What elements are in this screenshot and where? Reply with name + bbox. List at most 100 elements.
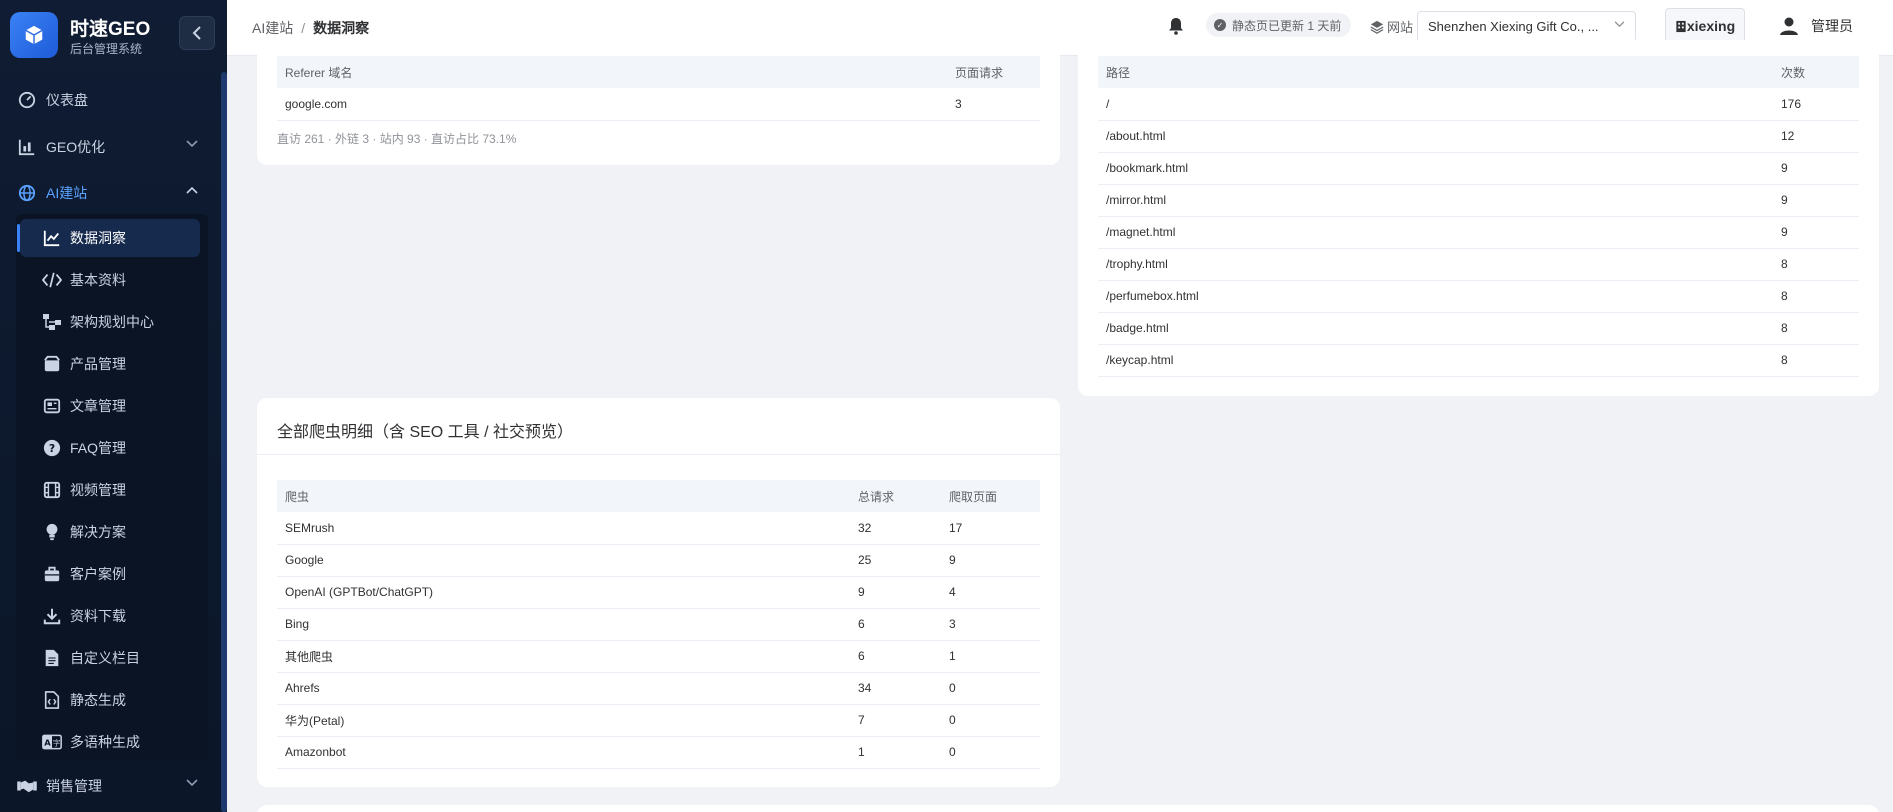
- sidebar-item-sales[interactable]: 销售管理: [16, 768, 216, 804]
- sidebar-item-label: AI建站: [46, 185, 88, 201]
- layers-icon: [1370, 20, 1384, 34]
- question-icon: ?: [42, 438, 62, 458]
- table-row: OpenAI (GPTBot/ChatGPT) 9 4: [277, 576, 1040, 609]
- code-icon: [42, 270, 62, 290]
- sidebar-item-custom-columns[interactable]: 自定义栏目: [24, 639, 200, 677]
- brand-title: 时速GEO: [70, 19, 151, 40]
- path-cell: /trophy.html: [1098, 248, 1773, 281]
- referer-domain: google.com: [277, 88, 947, 121]
- count-cell: 8: [1773, 344, 1859, 377]
- box-icon: [42, 354, 62, 374]
- path-cell: /about.html: [1098, 120, 1773, 153]
- chevron-down-icon: [186, 779, 198, 787]
- card-divider: [257, 454, 1060, 455]
- sidebar-item-ai-site[interactable]: AI建站: [16, 175, 216, 211]
- table-row: /keycap.html 8: [1098, 344, 1859, 377]
- sidebar-scrollbar[interactable]: [221, 72, 227, 812]
- sidebar-item-label: 仪表盘: [46, 92, 88, 108]
- chevron-up-icon: [186, 186, 198, 194]
- path-cell: /: [1098, 88, 1773, 121]
- referer-table: Referer 域名 页面请求 google.com 3: [277, 56, 1040, 121]
- table-row: /mirror.html 9: [1098, 184, 1859, 217]
- sidebar-item-label: 客户案例: [70, 566, 126, 582]
- breadcrumb-current: 数据洞察: [313, 20, 370, 36]
- org-switch-button[interactable]: xiexing: [1665, 8, 1745, 44]
- sidebar-item-faq[interactable]: ? FAQ管理: [24, 429, 200, 467]
- path-table: 路径 次数 /176 /about.html 12 /bookmark.html 9…: [1098, 56, 1859, 377]
- total-requests: 7: [850, 704, 941, 737]
- path-cell: /magnet.html: [1098, 216, 1773, 249]
- table-row: 其他爬虫 6 1: [277, 640, 1040, 673]
- org-name: xiexing: [1686, 18, 1736, 34]
- sidebar-item-dashboard[interactable]: 仪表盘: [16, 82, 216, 118]
- breadcrumb-ai-site[interactable]: AI建站: [252, 20, 293, 36]
- count-cell: 9: [1773, 184, 1859, 217]
- sidebar-item-data-insight[interactable]: 数据洞察: [20, 219, 200, 257]
- sidebar-item-static-gen[interactable]: 静态生成: [24, 681, 200, 719]
- chevron-down-icon: [1614, 21, 1625, 28]
- sidebar-item-architecture[interactable]: 架构规划中心: [24, 303, 200, 341]
- table-row: /bookmark.html 9: [1098, 152, 1859, 185]
- sidebar-item-solutions[interactable]: 解决方案: [24, 513, 200, 551]
- user-avatar-icon: [1777, 14, 1801, 38]
- site-select[interactable]: Shenzhen Xiexing Gift Co., ...: [1417, 11, 1636, 42]
- sidebar: 时速GEO 后台管理系统 仪表盘 GEO优化 AI建站 数据洞察 基本资料 架构: [0, 0, 227, 812]
- static-status-text: 静态页已更新 1 天前: [1232, 18, 1342, 33]
- crawled-pages: 0: [941, 672, 1040, 705]
- line-chart-icon: [42, 228, 62, 248]
- sidebar-item-label: 产品管理: [70, 356, 126, 372]
- table-header-row: 爬虫 总请求 爬取页面: [277, 480, 1040, 512]
- column-header: 爬虫: [277, 480, 850, 512]
- handshake-icon: [16, 775, 38, 797]
- svg-text:?: ?: [49, 442, 55, 455]
- sidebar-item-articles[interactable]: 文章管理: [24, 387, 200, 425]
- table-row: google.com 3: [277, 88, 1040, 121]
- path-cell: /perfumebox.html: [1098, 280, 1773, 313]
- collapse-sidebar-button[interactable]: [179, 16, 215, 50]
- sidebar-item-geo[interactable]: GEO优化: [16, 129, 216, 165]
- brand-logo-icon: [10, 12, 58, 58]
- sidebar-item-label: 资料下载: [70, 608, 126, 624]
- table-row: Bing 6 3: [277, 608, 1040, 641]
- total-requests: 9: [850, 576, 941, 609]
- total-requests: 1: [850, 736, 941, 769]
- sidebar-item-basic-info[interactable]: 基本资料: [24, 261, 200, 299]
- path-cell: /badge.html: [1098, 312, 1773, 345]
- crawler-name: Bing: [277, 608, 850, 641]
- table-header-row: Referer 域名 页面请求: [277, 56, 1040, 88]
- crawled-pages: 4: [941, 576, 1040, 609]
- sidebar-item-products[interactable]: 产品管理: [24, 345, 200, 383]
- next-card-edge: [257, 805, 1879, 812]
- sidebar-item-label: 销售管理: [46, 778, 102, 794]
- sidebar-item-multilang[interactable]: A字 多语种生成: [24, 723, 200, 761]
- path-cell: /keycap.html: [1098, 344, 1773, 377]
- download-icon: [42, 606, 62, 626]
- path-cell: /mirror.html: [1098, 184, 1773, 217]
- sidebar-item-label: 视频管理: [70, 482, 126, 498]
- table-row: /perfumebox.html 8: [1098, 280, 1859, 313]
- newspaper-icon: [42, 396, 62, 416]
- site-label: 网站: [1370, 17, 1413, 36]
- sidebar-item-videos[interactable]: 视频管理: [24, 471, 200, 509]
- table-row: /about.html 12: [1098, 120, 1859, 153]
- static-status-badge: ✓ 静态页已更新 1 天前: [1206, 13, 1352, 37]
- lightbulb-icon: [42, 522, 62, 542]
- brand-subtitle: 后台管理系统: [70, 42, 143, 56]
- count-cell: 176: [1773, 88, 1859, 121]
- crawled-pages: 0: [941, 704, 1040, 737]
- sidebar-item-cases[interactable]: 客户案例: [24, 555, 200, 593]
- count-cell: 9: [1773, 152, 1859, 185]
- table-row: Amazonbot 1 0: [277, 736, 1040, 769]
- user-menu[interactable]: 管理员: [1777, 14, 1853, 38]
- sidebar-item-downloads[interactable]: 资料下载: [24, 597, 200, 635]
- sidebar-item-label: 静态生成: [70, 692, 126, 708]
- crawler-table: 爬虫 总请求 爬取页面 SEMrush 32 17 Google 25 9 OpenAI…: [277, 480, 1040, 769]
- table-header-row: 路径 次数: [1098, 56, 1859, 88]
- column-header: 爬取页面: [941, 480, 1040, 512]
- bell-icon[interactable]: [1168, 17, 1184, 40]
- column-header: 页面请求: [947, 56, 1040, 88]
- path-card: 路径 次数 /176 /about.html 12 /bookmark.html 9…: [1078, 40, 1879, 396]
- referer-summary: 直访 261 · 外链 3 · 站内 93 · 直访占比 73.1%: [277, 132, 517, 146]
- column-header: Referer 域名: [277, 56, 947, 88]
- crawler-name: 华为(Petal): [277, 704, 850, 737]
